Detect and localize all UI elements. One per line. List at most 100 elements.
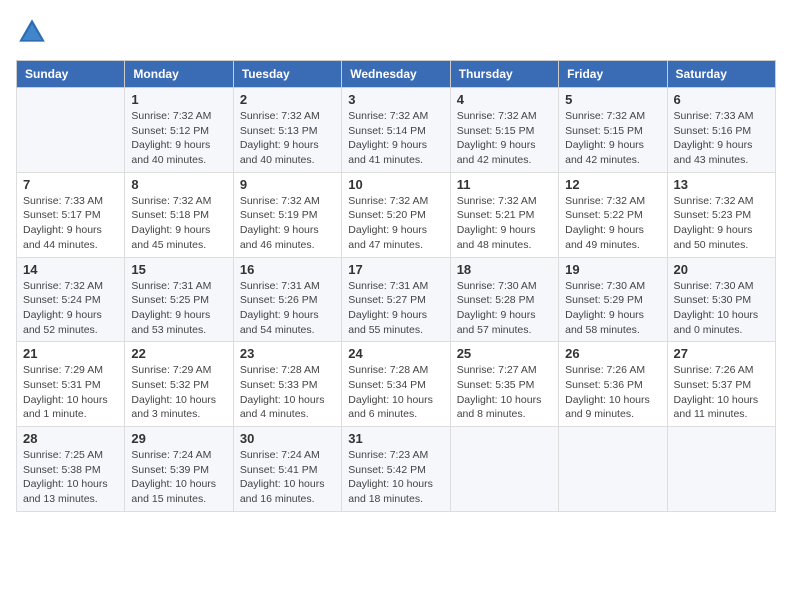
day-info: Sunrise: 7:23 AM Sunset: 5:42 PM Dayligh… xyxy=(348,448,443,507)
day-info: Sunrise: 7:32 AM Sunset: 5:23 PM Dayligh… xyxy=(674,194,769,253)
calendar-cell: 26Sunrise: 7:26 AM Sunset: 5:36 PM Dayli… xyxy=(559,342,667,427)
day-info: Sunrise: 7:30 AM Sunset: 5:28 PM Dayligh… xyxy=(457,279,552,338)
day-info: Sunrise: 7:25 AM Sunset: 5:38 PM Dayligh… xyxy=(23,448,118,507)
day-info: Sunrise: 7:27 AM Sunset: 5:35 PM Dayligh… xyxy=(457,363,552,422)
calendar-cell: 3 Sunrise: 7:32 AM Sunset: 5:14 PM Daylig… xyxy=(342,88,450,173)
weekday-header-row: SundayMondayTuesdayWednesdayThursdayFrid… xyxy=(17,61,776,88)
calendar-cell: 30 Sunrise: 7:24 AM Sunset: 5:41 PM Dayli… xyxy=(233,427,341,512)
day-info: Sunrise: 7:32 AM Sunset: 5:15 PM Dayligh… xyxy=(565,109,660,168)
day-info: Sunrise: 7:30 AM Sunset: 5:29 PM Dayligh… xyxy=(565,279,660,338)
week-row-4: 21 Sunrise: 7:29 AM Sunset: 5:31 PM Dayli… xyxy=(17,342,776,427)
day-number: 20 xyxy=(674,262,769,277)
day-number: 9 xyxy=(240,177,335,192)
calendar-cell xyxy=(559,427,667,512)
calendar-cell: 12 Sunrise: 7:32 AM Sunset: 5:22 PM Dayli… xyxy=(559,172,667,257)
day-info: Sunrise: 7:31 AM Sunset: 5:27 PM Dayligh… xyxy=(348,279,443,338)
day-number: 5 xyxy=(565,92,660,107)
day-number: 6 xyxy=(674,92,769,107)
day-number: 14 xyxy=(23,262,118,277)
day-info: Sunrise: 7:32 AM Sunset: 5:20 PM Dayligh… xyxy=(348,194,443,253)
day-info: Sunrise: 7:32 AM Sunset: 5:22 PM Dayligh… xyxy=(565,194,660,253)
calendar-cell: 31 Sunrise: 7:23 AM Sunset: 5:42 PM Dayli… xyxy=(342,427,450,512)
day-number: 25 xyxy=(457,346,552,361)
day-number: 1 xyxy=(131,92,226,107)
calendar-cell: 20 Sunrise: 7:30 AM Sunset: 5:30 PM Dayli… xyxy=(667,257,775,342)
calendar-cell: 2 Sunrise: 7:32 AM Sunset: 5:13 PM Daylig… xyxy=(233,88,341,173)
day-number: 22 xyxy=(131,346,226,361)
week-row-1: 1 Sunrise: 7:32 AM Sunset: 5:12 PM Daylig… xyxy=(17,88,776,173)
page-header xyxy=(16,16,776,48)
calendar-cell xyxy=(450,427,558,512)
calendar-cell: 27Sunrise: 7:26 AM Sunset: 5:37 PM Dayli… xyxy=(667,342,775,427)
day-number: 8 xyxy=(131,177,226,192)
day-number: 2 xyxy=(240,92,335,107)
weekday-header-monday: Monday xyxy=(125,61,233,88)
calendar-cell: 7Sunrise: 7:33 AM Sunset: 5:17 PM Daylig… xyxy=(17,172,125,257)
calendar-cell: 5 Sunrise: 7:32 AM Sunset: 5:15 PM Daylig… xyxy=(559,88,667,173)
weekday-header-wednesday: Wednesday xyxy=(342,61,450,88)
calendar-cell: 23Sunrise: 7:28 AM Sunset: 5:33 PM Dayli… xyxy=(233,342,341,427)
day-number: 23 xyxy=(240,346,335,361)
day-info: Sunrise: 7:32 AM Sunset: 5:14 PM Dayligh… xyxy=(348,109,443,168)
calendar-cell: 21 Sunrise: 7:29 AM Sunset: 5:31 PM Dayli… xyxy=(17,342,125,427)
day-number: 16 xyxy=(240,262,335,277)
calendar-cell xyxy=(667,427,775,512)
week-row-2: 7Sunrise: 7:33 AM Sunset: 5:17 PM Daylig… xyxy=(17,172,776,257)
day-info: Sunrise: 7:29 AM Sunset: 5:31 PM Dayligh… xyxy=(23,363,118,422)
day-info: Sunrise: 7:24 AM Sunset: 5:39 PM Dayligh… xyxy=(131,448,226,507)
calendar-cell: 24 Sunrise: 7:28 AM Sunset: 5:34 PM Dayli… xyxy=(342,342,450,427)
week-row-5: 28 Sunrise: 7:25 AM Sunset: 5:38 PM Dayli… xyxy=(17,427,776,512)
day-info: Sunrise: 7:29 AM Sunset: 5:32 PM Dayligh… xyxy=(131,363,226,422)
day-info: Sunrise: 7:31 AM Sunset: 5:25 PM Dayligh… xyxy=(131,279,226,338)
calendar-cell: 10 Sunrise: 7:32 AM Sunset: 5:20 PM Dayli… xyxy=(342,172,450,257)
day-info: Sunrise: 7:33 AM Sunset: 5:16 PM Dayligh… xyxy=(674,109,769,168)
calendar-cell: 4 Sunrise: 7:32 AM Sunset: 5:15 PM Daylig… xyxy=(450,88,558,173)
calendar-cell: 1 Sunrise: 7:32 AM Sunset: 5:12 PM Daylig… xyxy=(125,88,233,173)
day-number: 30 xyxy=(240,431,335,446)
calendar-table: SundayMondayTuesdayWednesdayThursdayFrid… xyxy=(16,60,776,512)
day-number: 29 xyxy=(131,431,226,446)
calendar-cell: 17 Sunrise: 7:31 AM Sunset: 5:27 PM Dayli… xyxy=(342,257,450,342)
calendar-cell: 8 Sunrise: 7:32 AM Sunset: 5:18 PM Daylig… xyxy=(125,172,233,257)
day-number: 19 xyxy=(565,262,660,277)
calendar-cell: 11 Sunrise: 7:32 AM Sunset: 5:21 PM Dayli… xyxy=(450,172,558,257)
day-info: Sunrise: 7:32 AM Sunset: 5:19 PM Dayligh… xyxy=(240,194,335,253)
day-number: 24 xyxy=(348,346,443,361)
day-number: 18 xyxy=(457,262,552,277)
calendar-cell: 29 Sunrise: 7:24 AM Sunset: 5:39 PM Dayli… xyxy=(125,427,233,512)
day-number: 11 xyxy=(457,177,552,192)
day-info: Sunrise: 7:24 AM Sunset: 5:41 PM Dayligh… xyxy=(240,448,335,507)
weekday-header-tuesday: Tuesday xyxy=(233,61,341,88)
day-info: Sunrise: 7:28 AM Sunset: 5:34 PM Dayligh… xyxy=(348,363,443,422)
day-info: Sunrise: 7:32 AM Sunset: 5:21 PM Dayligh… xyxy=(457,194,552,253)
calendar-cell: 14 Sunrise: 7:32 AM Sunset: 5:24 PM Dayli… xyxy=(17,257,125,342)
day-number: 28 xyxy=(23,431,118,446)
calendar-cell: 9 Sunrise: 7:32 AM Sunset: 5:19 PM Daylig… xyxy=(233,172,341,257)
calendar-cell xyxy=(17,88,125,173)
day-number: 31 xyxy=(348,431,443,446)
day-number: 26 xyxy=(565,346,660,361)
calendar-cell: 13 Sunrise: 7:32 AM Sunset: 5:23 PM Dayli… xyxy=(667,172,775,257)
day-number: 3 xyxy=(348,92,443,107)
day-info: Sunrise: 7:32 AM Sunset: 5:15 PM Dayligh… xyxy=(457,109,552,168)
day-info: Sunrise: 7:30 AM Sunset: 5:30 PM Dayligh… xyxy=(674,279,769,338)
calendar-cell: 22 Sunrise: 7:29 AM Sunset: 5:32 PM Dayli… xyxy=(125,342,233,427)
calendar-cell: 6 Sunrise: 7:33 AM Sunset: 5:16 PM Daylig… xyxy=(667,88,775,173)
day-number: 17 xyxy=(348,262,443,277)
day-number: 12 xyxy=(565,177,660,192)
day-info: Sunrise: 7:32 AM Sunset: 5:18 PM Dayligh… xyxy=(131,194,226,253)
calendar-cell: 19 Sunrise: 7:30 AM Sunset: 5:29 PM Dayli… xyxy=(559,257,667,342)
day-info: Sunrise: 7:32 AM Sunset: 5:24 PM Dayligh… xyxy=(23,279,118,338)
day-info: Sunrise: 7:32 AM Sunset: 5:12 PM Dayligh… xyxy=(131,109,226,168)
day-number: 4 xyxy=(457,92,552,107)
calendar-cell: 25 Sunrise: 7:27 AM Sunset: 5:35 PM Dayli… xyxy=(450,342,558,427)
logo-icon xyxy=(16,16,48,48)
calendar-cell: 15Sunrise: 7:31 AM Sunset: 5:25 PM Dayli… xyxy=(125,257,233,342)
day-number: 13 xyxy=(674,177,769,192)
day-number: 21 xyxy=(23,346,118,361)
logo xyxy=(16,16,52,48)
week-row-3: 14 Sunrise: 7:32 AM Sunset: 5:24 PM Dayli… xyxy=(17,257,776,342)
day-info: Sunrise: 7:32 AM Sunset: 5:13 PM Dayligh… xyxy=(240,109,335,168)
day-info: Sunrise: 7:26 AM Sunset: 5:37 PM Dayligh… xyxy=(674,363,769,422)
day-number: 10 xyxy=(348,177,443,192)
